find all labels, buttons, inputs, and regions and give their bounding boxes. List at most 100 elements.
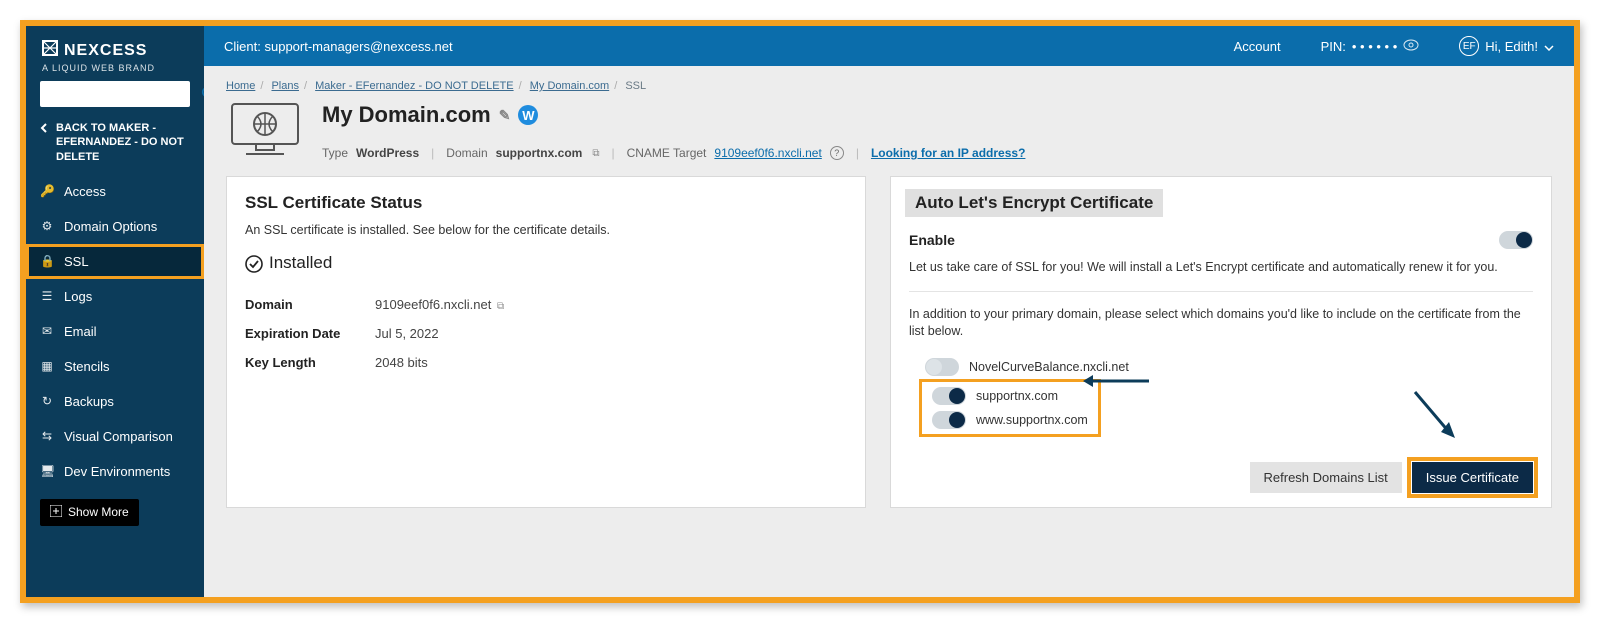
chevron-left-icon [40,121,50,164]
le-para1: Let us take care of SSL for you! We will… [909,259,1533,277]
highlighted-domains: supportnx.com www.supportnx.com [919,379,1101,437]
crumb-current: SSL [625,80,646,92]
sidebar-item-dev-environments[interactable]: 🖥 Dev Environments [26,454,204,489]
type-label: Type [322,146,348,160]
page-title-text: My Domain.com [322,102,491,128]
crumb-home[interactable]: Home [226,80,255,92]
crumb-domain[interactable]: My Domain.com [530,80,609,92]
wordpress-icon: W [518,105,538,125]
refresh-domains-button[interactable]: Refresh Domains List [1250,462,1402,493]
topbar: Client: support-managers@nexcess.net Acc… [204,26,1574,66]
sidebar-nav: 🔑 Access ⚙ Domain Options 🔒 SSL ☰ Logs ✉ [26,174,204,489]
sidebar-item-label: Logs [64,289,92,304]
sidebar-item-label: Backups [64,394,114,409]
arrow-annotation-icon [1081,371,1151,396]
sidebar-item-label: Dev Environments [64,464,170,479]
user-menu[interactable]: EF Hi, Edith! [1459,36,1554,56]
brand-logo-icon [42,40,58,61]
show-more-button[interactable]: Show More [40,499,139,526]
domain-name: supportnx.com [976,389,1058,403]
brand-name: NEXCESS [42,40,188,61]
type-value: WordPress [356,146,419,160]
kv-exp-value: Jul 5, 2022 [375,326,439,341]
crumb-plans[interactable]: Plans [271,80,299,92]
help-icon[interactable]: ? [830,146,844,160]
domain-label: Domain [446,146,487,160]
pin-display: PIN: • • • • • • [1321,39,1420,54]
avatar: EF [1459,36,1479,56]
kv-keylen-label: Key Length [245,355,375,370]
ssl-status-text: Installed [269,253,332,273]
enable-label: Enable [909,232,955,248]
domain-toggle[interactable] [932,387,966,405]
sidebar-item-stencils[interactable]: ▦ Stencils [26,349,204,384]
domain-toggle[interactable] [925,358,959,376]
arrow-annotation-icon [1409,386,1459,451]
sidebar-item-access[interactable]: 🔑 Access [26,174,204,209]
list-icon: ☰ [40,289,54,303]
brand-tagline: A LIQUID WEB BRAND [42,63,188,73]
mail-icon: ✉ [40,324,54,338]
key-icon: 🔑 [40,184,54,198]
sidebar-item-label: SSL [64,254,89,269]
ssl-status: Installed [245,253,847,273]
pencil-icon[interactable]: ✎ [499,107,511,124]
sidebar-search[interactable] [40,81,190,107]
compare-icon: ⇆ [40,429,54,443]
issue-certificate-button[interactable]: Issue Certificate [1412,462,1533,493]
sidebar-item-label: Visual Comparison [64,429,173,444]
gear-icon: ⚙ [40,219,54,233]
sidebar-item-domain-options[interactable]: ⚙ Domain Options [26,209,204,244]
sidebar-item-label: Domain Options [64,219,157,234]
search-input[interactable] [46,87,201,101]
sidebar-item-visual-comparison[interactable]: ⇆ Visual Comparison [26,419,204,454]
chevron-down-icon [1544,39,1554,54]
domain-option: supportnx.com [926,384,1094,408]
ssl-panel-title: SSL Certificate Status [245,193,847,213]
sidebar-item-logs[interactable]: ☰ Logs [26,279,204,314]
enable-toggle[interactable] [1499,231,1533,249]
kv-exp-label: Expiration Date [245,326,375,341]
clock-icon: ↻ [40,394,54,408]
divider [909,291,1533,292]
le-para2: In addition to your primary domain, plea… [909,306,1533,341]
domain-option: www.supportnx.com [926,408,1094,432]
domain-name: www.supportnx.com [976,413,1088,427]
page-meta: Type WordPress | Domain supportnx.com ⧉ … [322,146,1025,160]
crumb-plan[interactable]: Maker - EFernandez - DO NOT DELETE [315,80,513,92]
le-panel-title: Auto Let's Encrypt Certificate [905,189,1163,217]
sidebar-item-ssl[interactable]: 🔒 SSL [26,244,204,279]
back-link[interactable]: BACK TO MAKER - EFERNANDEZ - DO NOT DELE… [26,117,204,174]
sidebar-item-email[interactable]: ✉ Email [26,314,204,349]
user-greeting: Hi, Edith! [1485,39,1538,54]
check-circle-icon [245,255,261,271]
pin-mask: • • • • • • [1352,39,1397,54]
ip-address-link[interactable]: Looking for an IP address? [871,146,1025,160]
pin-label: PIN: [1321,39,1346,54]
domain-monitor-icon [226,102,304,158]
back-label: BACK TO MAKER - EFERNANDEZ - DO NOT DELE… [56,121,190,164]
copy-icon[interactable]: ⧉ [592,148,599,159]
kv-domain-value: 9109eef0f6.nxcli.net ⧉ [375,297,504,312]
domain-toggle[interactable] [932,411,966,429]
brand-text: NEXCESS [64,42,147,60]
lets-encrypt-panel: Auto Let's Encrypt Certificate Enable Le… [890,176,1552,508]
page-title: My Domain.com ✎ W [322,102,1025,128]
client-label: Client: [224,39,261,54]
main-area: Client: support-managers@nexcess.net Acc… [204,26,1574,597]
cname-value[interactable]: 9109eef0f6.nxcli.net [714,146,821,160]
kv-domain-value-text: 9109eef0f6.nxcli.net [375,297,491,312]
brand-block: NEXCESS A LIQUID WEB BRAND [26,26,204,81]
copy-icon[interactable]: ⧉ [497,301,504,312]
sidebar: NEXCESS A LIQUID WEB BRAND BACK TO MAKER… [26,26,204,597]
client-value: support-managers@nexcess.net [264,39,452,54]
ssl-status-panel: SSL Certificate Status An SSL certificat… [226,176,866,508]
breadcrumb: Home/ Plans/ Maker - EFernandez - DO NOT… [226,76,1552,98]
domain-value: supportnx.com [496,146,583,160]
lock-icon: 🔒 [40,254,54,268]
ssl-panel-sub: An SSL certificate is installed. See bel… [245,223,847,237]
sidebar-item-label: Email [64,324,97,339]
eye-icon[interactable] [1403,39,1419,54]
account-link[interactable]: Account [1234,39,1281,54]
sidebar-item-backups[interactable]: ↻ Backups [26,384,204,419]
